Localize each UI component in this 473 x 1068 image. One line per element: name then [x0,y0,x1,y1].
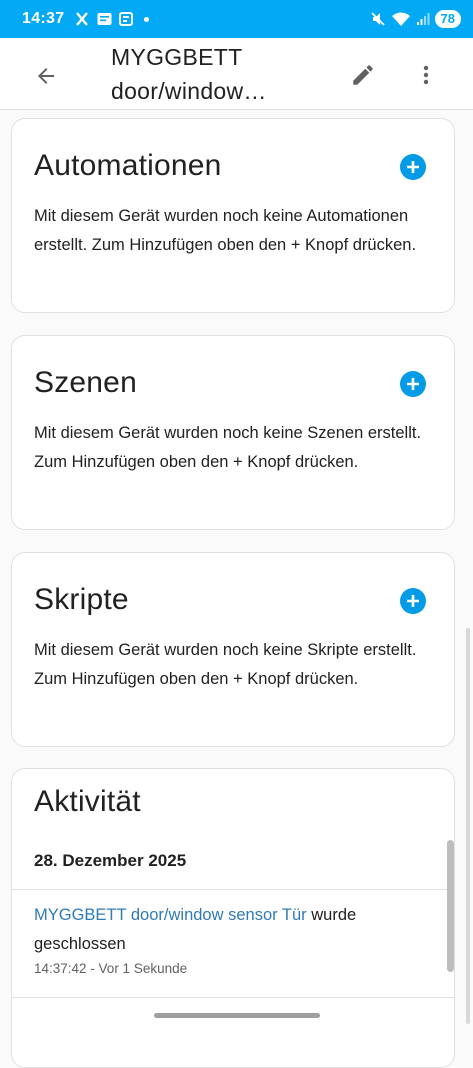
page-title-line1: MYGGBETT [111,44,243,70]
automations-card: Automationen Mit diesem Gerät wurden noc… [11,118,455,313]
page-title-line2: door/window… [111,78,267,104]
more-options-button[interactable] [410,58,442,92]
logbook-entry-time: 14:37:42 - Vor 1 Sekunde [34,961,188,976]
edit-button[interactable] [346,58,380,92]
x-icon [76,12,89,26]
signal-icon [416,13,430,25]
square-icon [119,12,134,26]
activity-date: 28. Dezember 2025 [34,851,187,870]
scripts-title: Skripte [34,583,129,616]
automations-title: Automationen [34,149,222,182]
add-automation-button[interactable] [400,154,426,180]
plus-icon [407,161,419,173]
divider [12,889,454,890]
battery-indicator: 78 [434,10,461,28]
plus-icon [407,595,419,607]
scripts-card: Skripte Mit diesem Gerät wurden noch kei… [11,552,455,747]
wifi-icon [391,12,410,26]
logbook-entity-link[interactable]: MYGGBETT door/window sensor Tür [34,906,307,924]
app-header: MYGGBETT door/window… [0,38,473,110]
page-title: MYGGBETT door/window… [111,40,326,108]
add-script-button[interactable] [400,588,426,614]
news-icon [97,13,112,25]
mute-icon [370,12,385,26]
page-scrollbar[interactable] [466,628,470,1024]
system-icons: 78 [370,10,461,28]
status-bar: 14:37 78 [0,0,473,38]
pencil-icon [353,65,373,85]
scenes-empty-text: Mit diesem Gerät wurden noch keine Szene… [34,424,422,471]
divider [12,997,454,998]
scrollbar-thumb[interactable] [447,840,454,972]
status-time: 14:37 [22,10,65,27]
scenes-title: Szenen [34,366,137,399]
logbook-entry: MYGGBETT door/window sensor Tür wurde ge… [34,901,414,959]
scripts-empty-text: Mit diesem Gerät wurden noch keine Skrip… [34,641,417,688]
automations-empty-text: Mit diesem Gerät wurden noch keine Autom… [34,207,417,254]
back-button[interactable] [30,60,62,92]
more-vert-icon [423,65,429,85]
plus-icon [407,378,419,390]
more-notifications-icon [144,16,150,22]
home-indicator[interactable] [154,1013,320,1018]
notification-icons [74,11,150,27]
add-scene-button[interactable] [400,371,426,397]
activity-title: Aktivität [34,785,141,818]
activity-card: Aktivität 28. Dezember 2025 MYGGBETT doo… [11,768,455,1068]
arrow-left-icon [38,68,54,84]
scenes-card: Szenen Mit diesem Gerät wurden noch kein… [11,335,455,530]
